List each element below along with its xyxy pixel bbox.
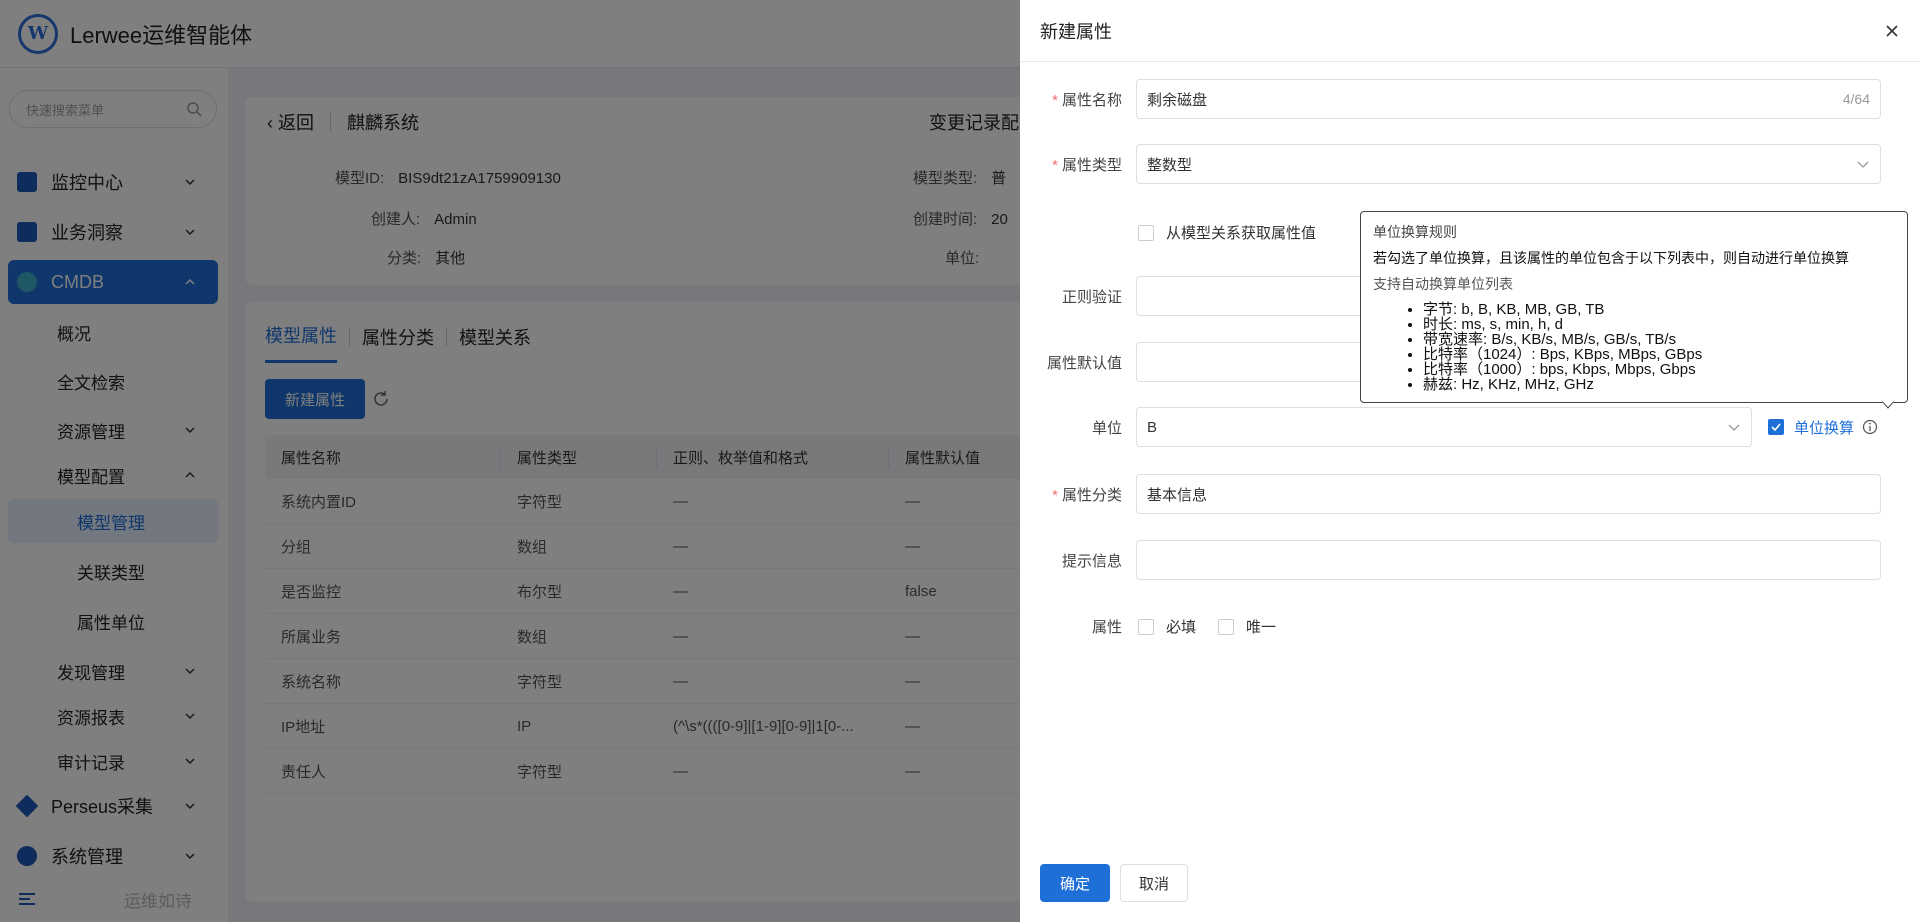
list-item: 带宽速率: B/s, KB/s, MB/s, GB/s, TB/s: [1423, 332, 1895, 347]
chevron-down-icon: [1857, 161, 1869, 168]
field-label: * 属性分类: [1052, 486, 1122, 504]
field-unit: 单位 B 单位换算: [1020, 407, 1920, 447]
tooltip-description: 若勾选了单位换算，且该属性的单位包含于以下列表中，则自动进行单位换算: [1373, 250, 1849, 266]
drawer-header: 新建属性: [1020, 0, 1920, 62]
new-attribute-drawer: 新建属性 * 属性名称 剩余磁盘 4/64 * 属性类型 整数型 从模型关系获取属性…: [1020, 0, 1920, 922]
field-label: 单位: [1091, 419, 1122, 437]
list-item: 字节: b, B, KB, MB, GB, TB: [1423, 302, 1895, 317]
tooltip-list-title: 支持自动换算单位列表: [1373, 276, 1513, 292]
field-label: * 属性名称: [1052, 91, 1122, 109]
attribute-name-input[interactable]: 剩余磁盘 4/64: [1136, 79, 1881, 119]
field-label: 正则验证: [1061, 288, 1122, 306]
required-checkbox[interactable]: [1138, 618, 1154, 635]
field-label: 属性: [1091, 619, 1122, 636]
field-attribute-category: * 属性分类 基本信息: [1020, 474, 1920, 514]
unit-list: 字节: b, B, KB, MB, GB, TB 时长: ms, s, min,…: [1423, 302, 1895, 392]
checkbox-label: 必填: [1166, 619, 1197, 636]
checkbox-label: 唯一: [1246, 619, 1277, 636]
list-item: 时长: ms, s, min, h, d: [1423, 317, 1895, 332]
field-attribute-name: * 属性名称 剩余磁盘 4/64: [1020, 79, 1920, 119]
input-value: 剩余磁盘: [1147, 91, 1208, 109]
checkbox-label: 从模型关系获取属性值: [1166, 225, 1317, 242]
unit-convert-checkbox[interactable]: [1768, 419, 1784, 435]
list-item: 比特率（1000）: bps, Kbps, Mbps, Gbps: [1423, 362, 1895, 377]
list-item: 比特率（1024）: Bps, KBps, MBps, GBps: [1423, 347, 1895, 362]
close-icon[interactable]: [1884, 23, 1900, 39]
field-label: * 属性类型: [1052, 156, 1122, 174]
check-icon: [1771, 423, 1781, 432]
cancel-button[interactable]: 取消: [1120, 864, 1188, 902]
attribute-category-select[interactable]: 基本信息: [1136, 474, 1881, 514]
attribute-type-select[interactable]: 整数型: [1136, 144, 1881, 184]
field-attribute-type: * 属性类型 整数型: [1020, 144, 1920, 184]
unit-convert-label[interactable]: 单位换算: [1794, 417, 1854, 438]
select-value: B: [1147, 418, 1158, 436]
chevron-down-icon: [1728, 424, 1740, 431]
char-counter: 4/64: [1842, 91, 1870, 107]
select-value: 基本信息: [1147, 486, 1208, 504]
field-hint: 提示信息: [1020, 540, 1920, 580]
unit-convert-tooltip: 单位换算规则 若勾选了单位换算，且该属性的单位包含于以下列表中，则自动进行单位换…: [1360, 211, 1908, 403]
drawer-title: 新建属性: [1040, 21, 1112, 42]
unit-select[interactable]: B: [1136, 407, 1752, 447]
tooltip-arrow: [1882, 401, 1894, 409]
info-icon[interactable]: [1862, 419, 1878, 435]
select-value: 整数型: [1147, 156, 1193, 174]
unique-checkbox[interactable]: [1218, 618, 1235, 635]
from-relation-checkbox[interactable]: [1138, 224, 1154, 241]
field-label: 属性默认值: [1046, 354, 1122, 372]
field-attribute-flags: 属性 必填 唯一: [1020, 616, 1920, 637]
tooltip-title: 单位换算规则: [1373, 224, 1457, 240]
list-item: 赫兹: Hz, KHz, MHz, GHz: [1423, 377, 1895, 392]
hint-input[interactable]: [1136, 540, 1881, 580]
confirm-button[interactable]: 确定: [1040, 864, 1110, 902]
field-label: 提示信息: [1061, 552, 1122, 570]
drawer-footer: 确定 取消: [1040, 864, 1188, 902]
